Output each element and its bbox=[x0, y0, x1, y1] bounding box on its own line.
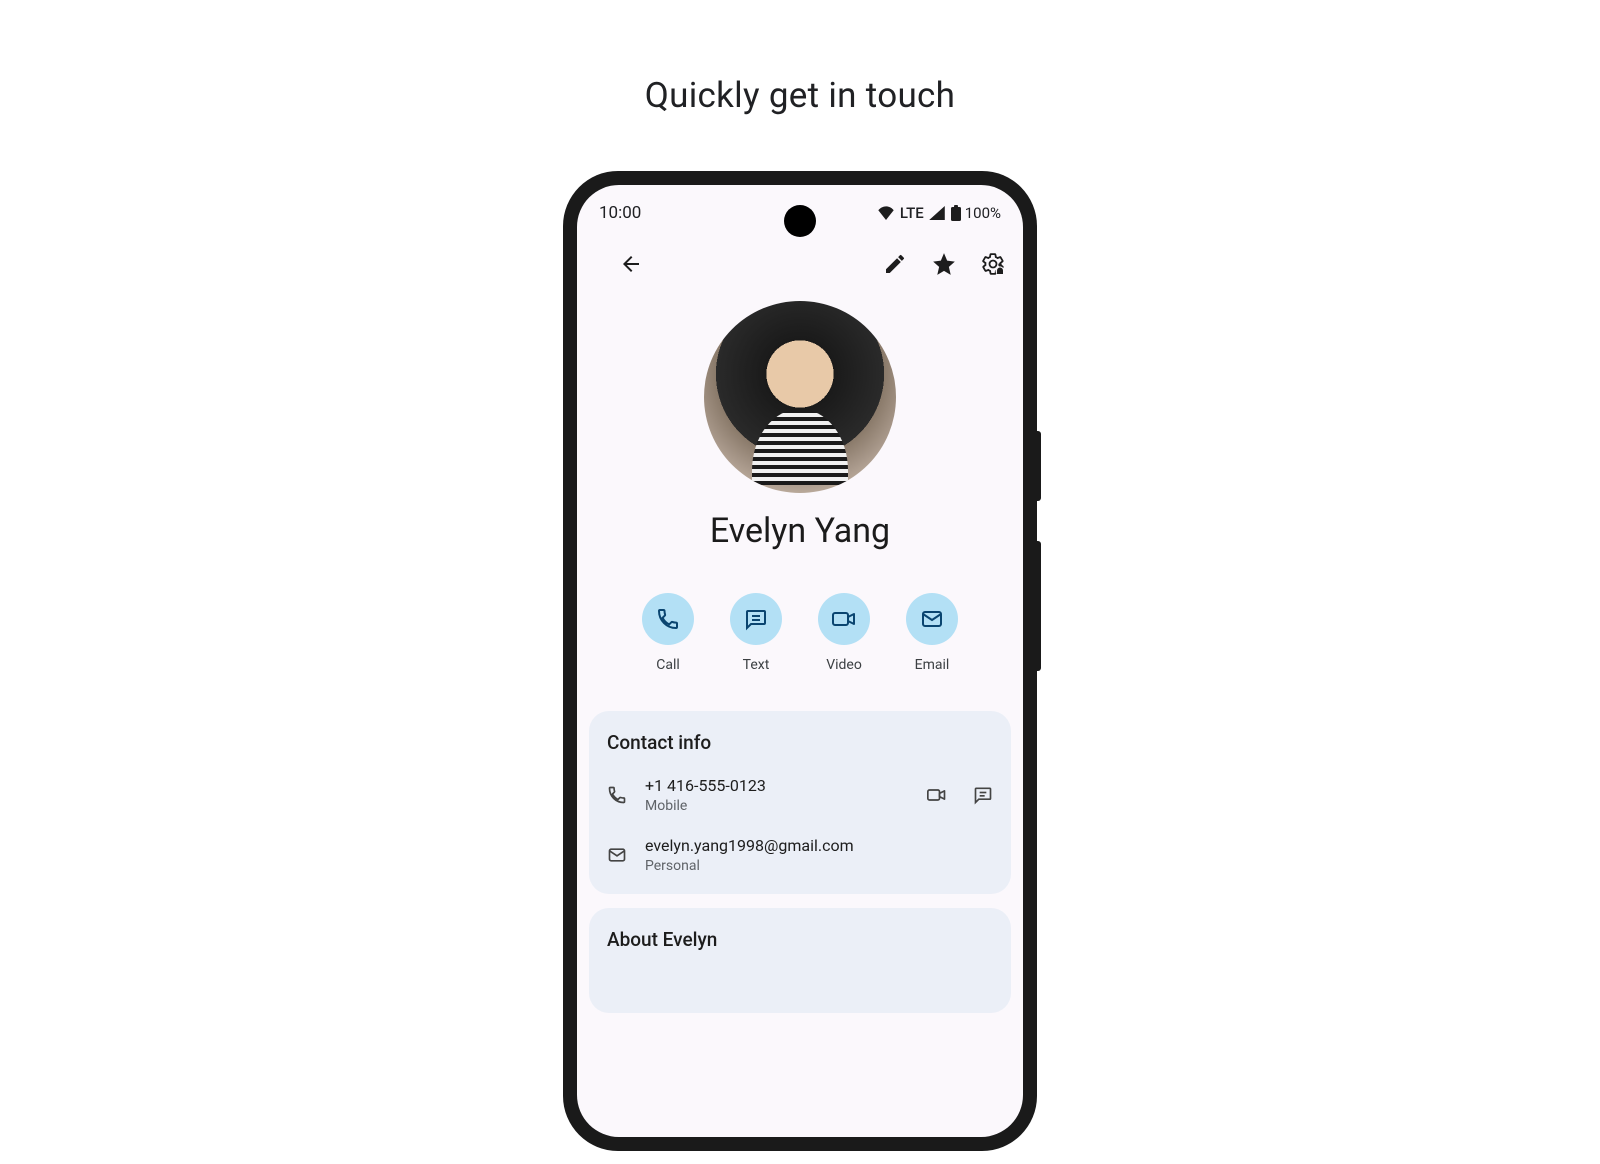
video-icon bbox=[831, 607, 857, 631]
settings-button[interactable] bbox=[981, 252, 1005, 276]
status-time: 10:00 bbox=[599, 203, 641, 223]
video-action-circle bbox=[818, 593, 870, 645]
contact-name: Evelyn Yang bbox=[577, 511, 1023, 551]
page-title: Quickly get in touch bbox=[645, 75, 956, 116]
app-bar bbox=[577, 233, 1023, 287]
message-button[interactable] bbox=[973, 785, 993, 805]
video-call-button[interactable] bbox=[925, 785, 949, 805]
camera-punch bbox=[784, 205, 816, 237]
wifi-icon bbox=[877, 206, 895, 220]
phone-screen: 10:00 LTE 100% bbox=[577, 185, 1023, 1137]
about-card: About Evelyn bbox=[589, 908, 1011, 1013]
email-value: evelyn.yang1998@gmail.com bbox=[645, 836, 993, 855]
email-action-circle bbox=[906, 593, 958, 645]
status-right: LTE 100% bbox=[877, 204, 1001, 222]
signal-icon bbox=[929, 206, 945, 220]
email-icon bbox=[607, 845, 645, 865]
contact-info-title: Contact info bbox=[607, 731, 993, 754]
quick-actions: Call Text Video bbox=[577, 593, 1023, 673]
text-action-circle bbox=[730, 593, 782, 645]
text-action-label: Text bbox=[743, 657, 770, 673]
phone-side-button bbox=[1037, 541, 1041, 671]
network-type: LTE bbox=[900, 204, 924, 222]
call-action-circle bbox=[642, 593, 694, 645]
video-action-label: Video bbox=[826, 657, 862, 673]
phone-side-button bbox=[1037, 431, 1041, 501]
email-label: Personal bbox=[645, 858, 993, 874]
contact-info-card: Contact info +1 416-555-0123 Mobile bbox=[589, 711, 1011, 894]
phone-row[interactable]: +1 416-555-0123 Mobile bbox=[607, 776, 993, 814]
star-button[interactable] bbox=[931, 251, 957, 277]
phone-icon bbox=[607, 785, 645, 805]
phone-icon bbox=[656, 607, 680, 631]
phone-content: +1 416-555-0123 Mobile bbox=[645, 776, 925, 814]
email-row[interactable]: evelyn.yang1998@gmail.com Personal bbox=[607, 836, 993, 874]
back-button[interactable] bbox=[619, 252, 643, 276]
phone-actions bbox=[925, 785, 993, 805]
battery-icon bbox=[951, 205, 961, 221]
call-action[interactable]: Call bbox=[642, 593, 694, 673]
edit-button[interactable] bbox=[883, 252, 907, 276]
email-action[interactable]: Email bbox=[906, 593, 958, 673]
email-icon bbox=[920, 607, 944, 631]
contact-avatar[interactable] bbox=[704, 301, 896, 493]
about-title: About Evelyn bbox=[607, 928, 993, 951]
email-action-label: Email bbox=[915, 657, 950, 673]
phone-frame: 10:00 LTE 100% bbox=[563, 171, 1037, 1151]
message-icon bbox=[744, 607, 768, 631]
phone-value: +1 416-555-0123 bbox=[645, 776, 925, 795]
text-action[interactable]: Text bbox=[730, 593, 782, 673]
video-action[interactable]: Video bbox=[818, 593, 870, 673]
battery-percent: 100% bbox=[965, 204, 1001, 222]
email-content: evelyn.yang1998@gmail.com Personal bbox=[645, 836, 993, 874]
call-action-label: Call bbox=[656, 657, 680, 673]
phone-label: Mobile bbox=[645, 798, 925, 814]
